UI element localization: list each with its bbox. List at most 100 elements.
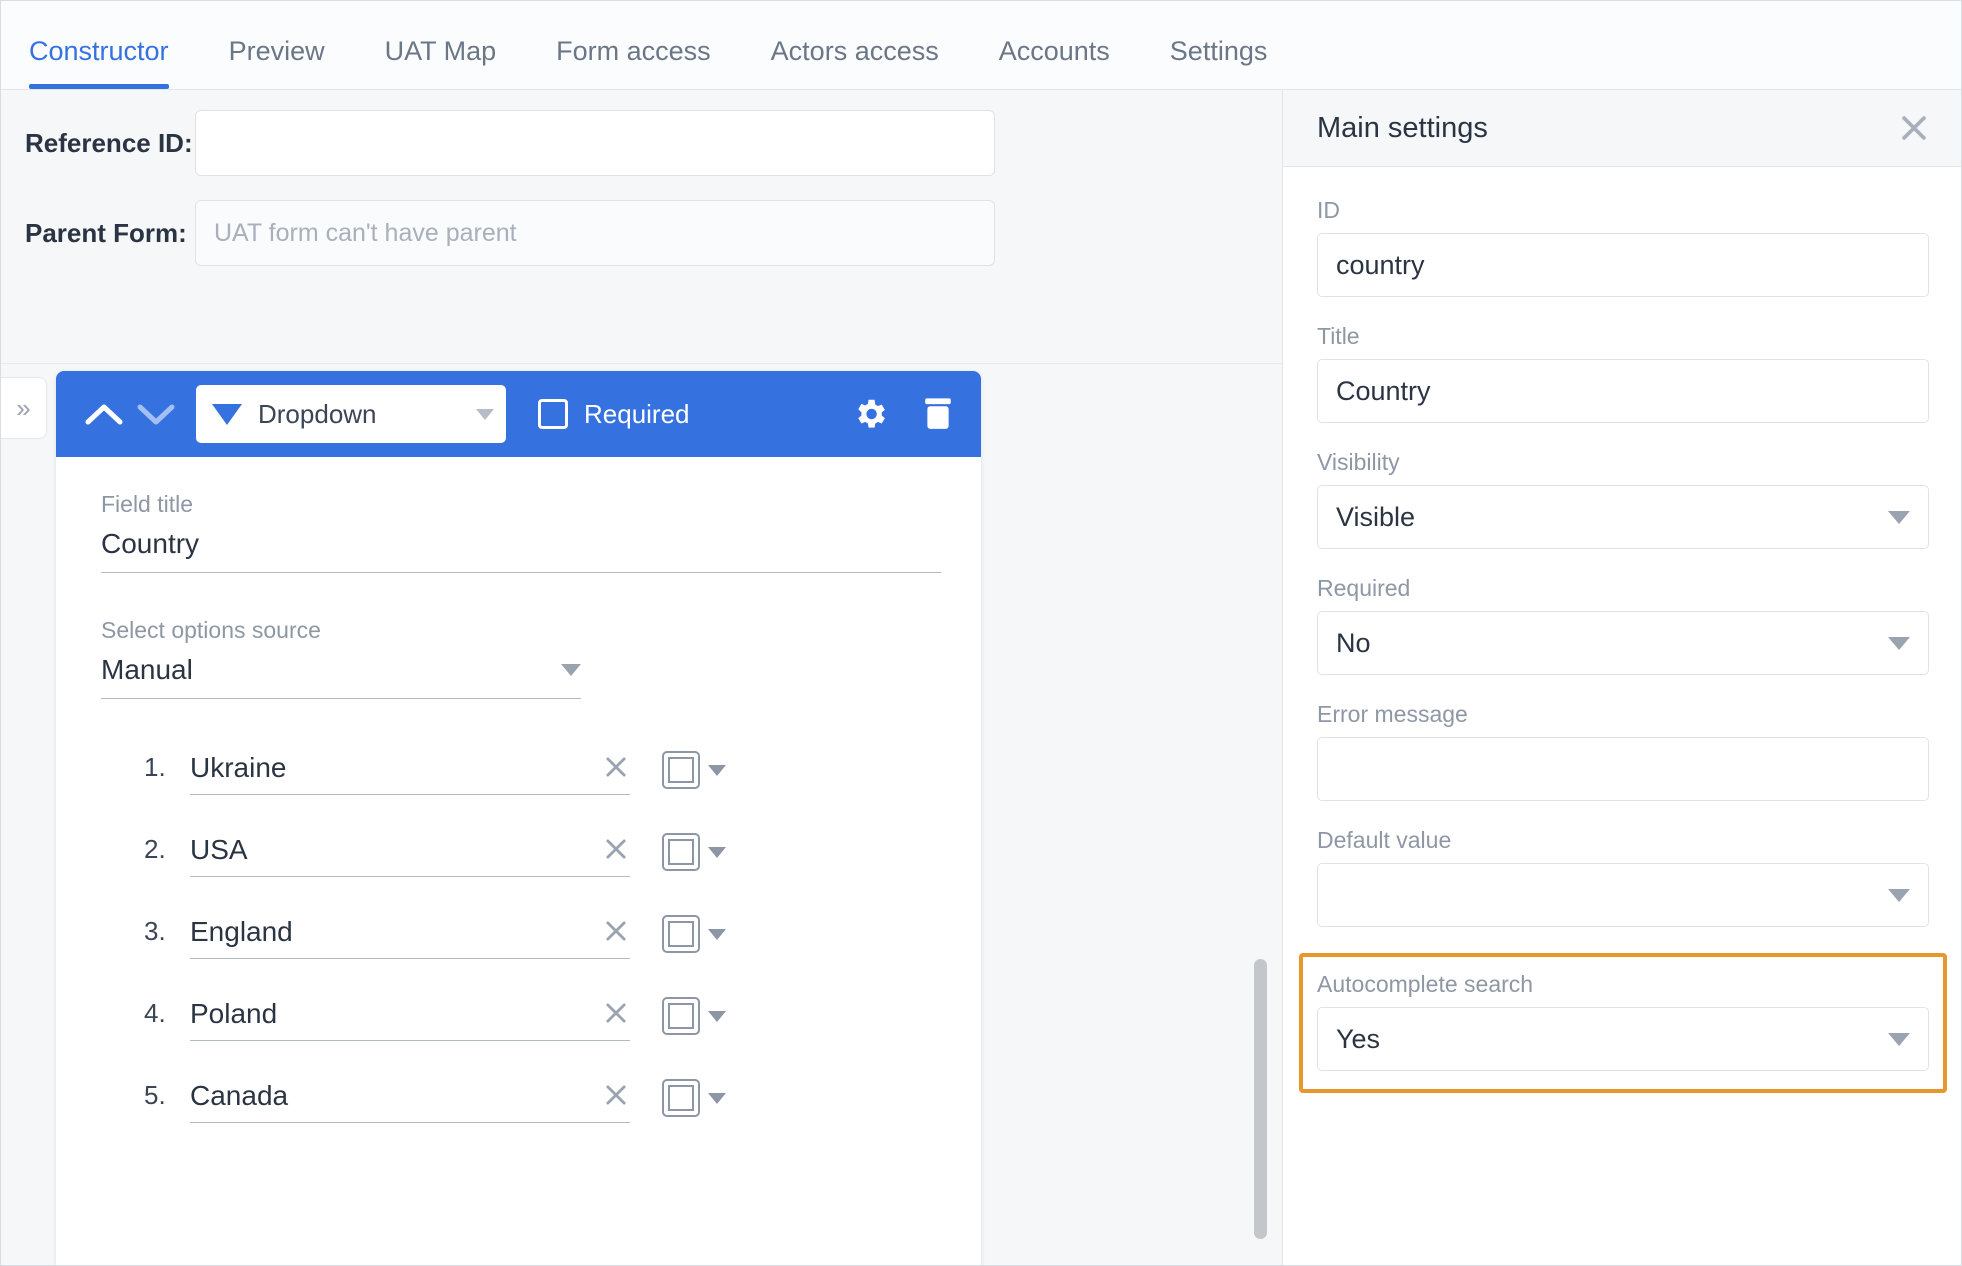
tab-accounts[interactable]: Accounts bbox=[969, 36, 1140, 89]
setting-title: Title Country bbox=[1317, 323, 1929, 423]
tab-actors-access[interactable]: Actors access bbox=[741, 36, 969, 89]
dropdown-triangle-icon bbox=[212, 403, 242, 425]
field-settings-button[interactable] bbox=[851, 395, 889, 433]
tab-uat-map[interactable]: UAT Map bbox=[355, 36, 527, 89]
chevron-down-icon bbox=[1888, 636, 1910, 650]
tab-label: UAT Map bbox=[384, 36, 497, 66]
tab-constructor[interactable]: Constructor bbox=[29, 36, 199, 89]
option-checkbox-dropdown-icon[interactable] bbox=[708, 1092, 726, 1104]
setting-id-input[interactable]: country bbox=[1317, 233, 1929, 297]
option-number: 4. bbox=[144, 998, 166, 1028]
option-remove-button[interactable] bbox=[602, 999, 630, 1029]
close-icon bbox=[606, 1085, 626, 1105]
move-field-up-button[interactable] bbox=[78, 388, 130, 440]
move-field-down-button[interactable] bbox=[130, 388, 182, 440]
option-number: 2. bbox=[144, 834, 166, 864]
option-checkbox-group bbox=[662, 1079, 726, 1123]
option-input[interactable]: England bbox=[190, 916, 630, 959]
chevron-up-icon bbox=[85, 404, 123, 425]
settings-panel-close-button[interactable] bbox=[1887, 101, 1941, 155]
top-form-section: Reference ID: Parent Form: bbox=[1, 110, 1282, 364]
setting-required-select[interactable]: No bbox=[1317, 611, 1929, 675]
option-checkbox-dropdown-icon[interactable] bbox=[708, 1010, 726, 1022]
option-checkbox-group bbox=[662, 997, 726, 1041]
setting-title-value: Country bbox=[1336, 375, 1431, 406]
parent-form-input[interactable] bbox=[195, 200, 995, 266]
setting-visibility-label: Visibility bbox=[1317, 449, 1400, 475]
chevron-down-icon bbox=[1888, 888, 1910, 902]
setting-visibility-select[interactable]: Visible bbox=[1317, 485, 1929, 549]
setting-default-value-select[interactable] bbox=[1317, 863, 1929, 927]
option-remove-button[interactable] bbox=[602, 917, 630, 947]
settings-panel-title: Main settings bbox=[1317, 111, 1488, 144]
setting-autocomplete-search: Autocomplete search Yes bbox=[1299, 953, 1947, 1093]
required-checkbox[interactable]: Required bbox=[538, 399, 690, 430]
tab-preview[interactable]: Preview bbox=[199, 36, 355, 89]
option-remove-button[interactable] bbox=[602, 1081, 630, 1111]
option-value: Poland bbox=[190, 998, 278, 1029]
options-source-select[interactable]: Manual bbox=[101, 650, 581, 699]
option-checkbox-icon[interactable] bbox=[662, 833, 700, 871]
close-icon bbox=[1902, 116, 1926, 140]
field-title-input[interactable]: Country bbox=[101, 524, 941, 573]
required-checkbox-label: Required bbox=[584, 398, 690, 429]
options-source-block: Select options source Manual bbox=[101, 617, 581, 699]
option-checkbox-icon[interactable] bbox=[662, 1079, 700, 1117]
expand-sidebar-button[interactable]: » bbox=[1, 377, 47, 439]
chevron-down-icon bbox=[1888, 510, 1910, 524]
chevron-down-icon bbox=[476, 408, 494, 420]
option-input[interactable]: Canada bbox=[190, 1080, 630, 1123]
field-card-header: Dropdown Required bbox=[56, 371, 981, 457]
setting-autocomplete-search-label: Autocomplete search bbox=[1317, 971, 1534, 997]
option-remove-button[interactable] bbox=[602, 753, 630, 783]
field-delete-button[interactable] bbox=[921, 395, 955, 433]
option-checkbox-icon[interactable] bbox=[662, 997, 700, 1035]
tab-form-access[interactable]: Form access bbox=[526, 36, 741, 89]
field-type-label: Dropdown bbox=[258, 398, 377, 429]
setting-autocomplete-search-value: Yes bbox=[1336, 1023, 1381, 1054]
field-title-block: Field title Country bbox=[101, 491, 941, 573]
chevron-down-icon bbox=[1888, 1032, 1910, 1046]
option-input[interactable]: Ukraine bbox=[190, 752, 630, 795]
field-title-value: Country bbox=[101, 528, 200, 559]
setting-id-value: country bbox=[1336, 249, 1425, 280]
option-checkbox-group bbox=[662, 833, 726, 877]
parent-form-row: Parent Form: bbox=[1, 200, 1282, 266]
field-type-select[interactable]: Dropdown bbox=[196, 385, 506, 443]
field-card-scroll-area: Dropdown Required Field title Country Se… bbox=[1, 364, 1282, 1265]
tab-bar: Constructor Preview UAT Map Form access … bbox=[1, 1, 1961, 90]
option-row: 2. USA bbox=[144, 833, 981, 877]
option-checkbox-dropdown-icon[interactable] bbox=[708, 846, 726, 858]
option-row: 1. Ukraine bbox=[144, 751, 981, 795]
setting-title-input[interactable]: Country bbox=[1317, 359, 1929, 423]
option-checkbox-dropdown-icon[interactable] bbox=[708, 764, 726, 776]
close-icon bbox=[606, 839, 626, 859]
reference-id-input[interactable] bbox=[195, 110, 995, 176]
tab-label: Settings bbox=[1169, 36, 1268, 66]
option-remove-button[interactable] bbox=[602, 835, 630, 865]
setting-id: ID country bbox=[1317, 197, 1929, 297]
option-value: Ukraine bbox=[190, 752, 287, 783]
option-row: 5. Canada bbox=[144, 1079, 981, 1123]
setting-error-message-input[interactable] bbox=[1317, 737, 1929, 801]
setting-autocomplete-search-select[interactable]: Yes bbox=[1317, 1007, 1929, 1071]
option-checkbox-group bbox=[662, 751, 726, 795]
setting-required-label: Required bbox=[1317, 575, 1411, 601]
option-value: USA bbox=[190, 834, 248, 865]
option-checkbox-icon[interactable] bbox=[662, 751, 700, 789]
setting-id-label: ID bbox=[1317, 197, 1340, 223]
vertical-scrollbar[interactable] bbox=[1254, 959, 1267, 1239]
option-input[interactable]: Poland bbox=[190, 998, 630, 1041]
tab-settings[interactable]: Settings bbox=[1140, 36, 1298, 89]
gear-icon bbox=[858, 399, 885, 428]
reference-id-row: Reference ID: bbox=[1, 110, 1282, 176]
option-row: 4. Poland bbox=[144, 997, 981, 1041]
option-checkbox-dropdown-icon[interactable] bbox=[708, 928, 726, 940]
option-input[interactable]: USA bbox=[190, 834, 630, 877]
close-icon bbox=[606, 921, 626, 941]
options-source-value: Manual bbox=[101, 654, 193, 685]
option-checkbox-icon[interactable] bbox=[662, 915, 700, 953]
option-row: 3. England bbox=[144, 915, 981, 959]
option-value: Canada bbox=[190, 1080, 289, 1111]
reference-id-label: Reference ID: bbox=[25, 127, 193, 158]
